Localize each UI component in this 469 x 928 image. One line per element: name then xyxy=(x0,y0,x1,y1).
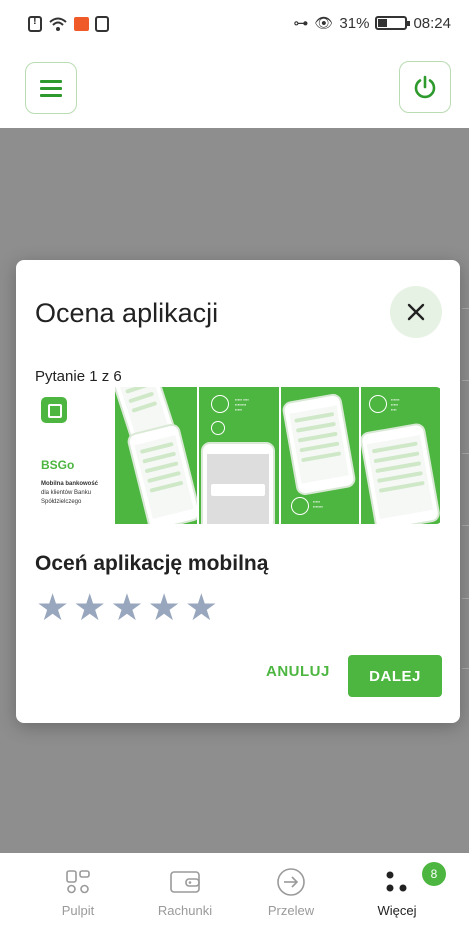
rating-question: Oceń aplikację mobilną xyxy=(35,552,269,575)
wifi-icon xyxy=(48,16,68,32)
star-badge-icon xyxy=(211,395,229,413)
wallet-icon xyxy=(168,867,202,897)
banner-screenshot-1 xyxy=(113,387,197,524)
star-2-icon[interactable]: ★ xyxy=(73,589,106,626)
lock-badge-icon xyxy=(369,395,387,413)
nav-item-pulpit[interactable]: Pulpit xyxy=(33,867,123,918)
vpn-key-icon: ⊶ xyxy=(293,15,309,32)
star-5-icon[interactable]: ★ xyxy=(185,589,218,626)
hamburger-icon xyxy=(40,76,62,101)
star-1-icon[interactable]: ★ xyxy=(36,589,69,626)
cast-icon xyxy=(95,16,109,32)
app-header xyxy=(0,50,469,128)
badge-icon xyxy=(291,497,309,515)
arrow-right-circle-icon xyxy=(274,867,308,897)
banner-caption: ▪▪▪▪▪ ▪▪▪▪▪▪▪ xyxy=(313,499,323,509)
mail-notification-icon xyxy=(74,17,89,31)
star-3-icon[interactable]: ★ xyxy=(110,589,143,626)
rating-dialog: Ocena aplikacji Pytanie 1 z 6 BSGo Mobil… xyxy=(16,260,460,723)
clock: 08:24 xyxy=(413,14,451,32)
notification-badge: 8 xyxy=(422,862,446,886)
question-counter: Pytanie 1 z 6 xyxy=(35,368,122,385)
cancel-button[interactable]: ANULUJ xyxy=(266,663,330,680)
nav-label-przelew: Przelew xyxy=(267,903,315,918)
finger-badge-icon xyxy=(211,421,225,435)
banner-caption: ▪▪▪▪▪▪ ▪▪▪▪▪ ▪▪▪▪ xyxy=(391,397,400,412)
nav-item-rachunki[interactable]: Rachunki xyxy=(140,867,230,918)
dashboard-icon xyxy=(61,867,95,897)
banner-intro: BSGo Mobilna bankowość dla klientów Bank… xyxy=(35,387,113,524)
star-4-icon[interactable]: ★ xyxy=(148,589,181,626)
banner-screenshot-2: ▪▪▪▪▪ ▪▪▪▪ ▪▪▪▪▪▪▪▪ ▪▪▪▪▪ xyxy=(197,387,279,524)
banner-screenshot-4: ▪▪▪▪▪▪ ▪▪▪▪▪ ▪▪▪▪ xyxy=(359,387,440,524)
nav-item-przelew[interactable]: Przelew xyxy=(246,867,336,918)
banner-desc-text: dla klientów Banku Spółdzielczego xyxy=(41,490,92,505)
banner-screenshot-3: ▪▪▪▪▪ ▪▪▪▪▪▪▪ xyxy=(279,387,359,524)
status-left-icons xyxy=(28,15,109,32)
more-dots-icon: 8 xyxy=(380,862,446,897)
bsgo-logo xyxy=(41,397,67,423)
status-bar: ⊶ 👁 31% 08:24 xyxy=(0,0,469,50)
nav-label-rachunki: Rachunki xyxy=(157,903,213,918)
power-icon xyxy=(414,75,436,99)
nav-item-wiecej[interactable]: 8 Więcej xyxy=(352,862,446,918)
phone-image xyxy=(361,422,440,524)
banner-app-description: Mobilna bankowość dla klientów Banku Spó… xyxy=(41,480,111,507)
nav-label-pulpit: Pulpit xyxy=(61,903,95,918)
logout-button[interactable] xyxy=(399,61,451,113)
menu-button[interactable] xyxy=(25,62,77,114)
next-button[interactable]: DALEJ xyxy=(348,655,442,697)
status-right-icons: ⊶ 👁 31% 08:24 xyxy=(293,14,451,33)
phone-image xyxy=(125,421,197,524)
close-button[interactable] xyxy=(390,286,442,338)
banner-app-name: BSGo xyxy=(41,458,75,472)
dialog-title: Ocena aplikacji xyxy=(35,298,219,328)
banner-desc-bold: Mobilna bankowość xyxy=(41,481,99,487)
app-promo-banner: BSGo Mobilna bankowość dla klientów Bank… xyxy=(35,387,442,524)
close-icon xyxy=(407,303,425,321)
star-rating: ★ ★ ★ ★ ★ xyxy=(36,589,218,626)
nav-label-wiecej: Więcej xyxy=(377,903,417,918)
battery-icon xyxy=(375,16,411,30)
phone-image xyxy=(201,442,275,524)
eye-icon: 👁 xyxy=(314,15,334,32)
phone-image xyxy=(281,392,357,497)
banner-caption: ▪▪▪▪▪ ▪▪▪▪ ▪▪▪▪▪▪▪▪ ▪▪▪▪▪ xyxy=(235,397,249,412)
sim-alert-icon xyxy=(28,15,42,32)
bottom-navigation: Pulpit Rachunki Przelew 8 Więcej xyxy=(0,853,469,928)
battery-percent: 31% xyxy=(339,14,370,32)
